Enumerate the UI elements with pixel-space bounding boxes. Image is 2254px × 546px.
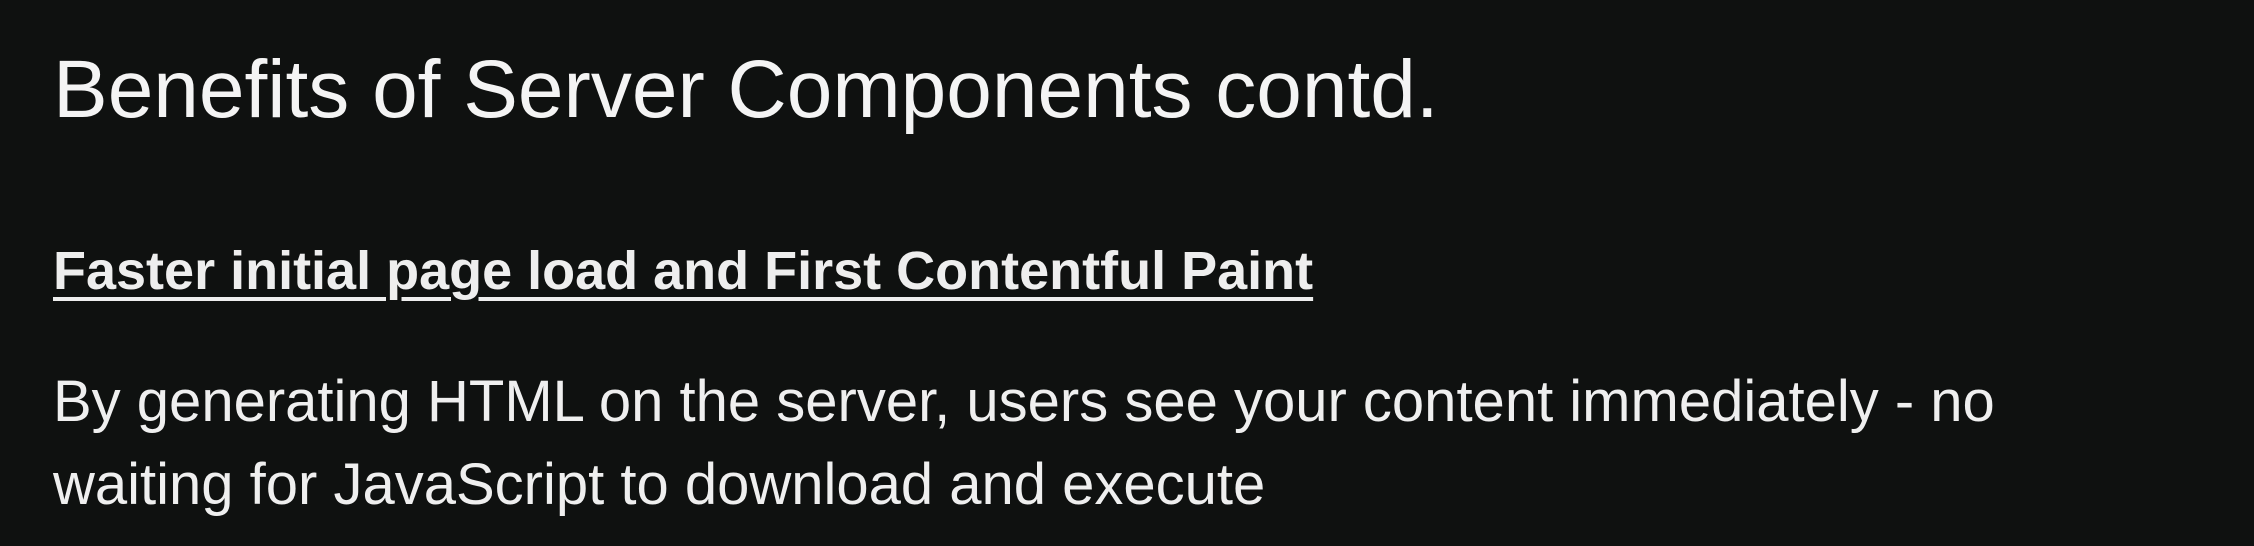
description-line-1: By generating HTML on the server, users … bbox=[53, 369, 1995, 434]
benefit-heading: Faster initial page load and First Conte… bbox=[53, 241, 1314, 301]
benefit-description: By generating HTML on the server, users … bbox=[53, 360, 2233, 526]
slide-title: Benefits of Server Components contd. bbox=[53, 44, 1439, 135]
description-line-2: waiting for JavaScript to download and e… bbox=[53, 452, 1266, 517]
